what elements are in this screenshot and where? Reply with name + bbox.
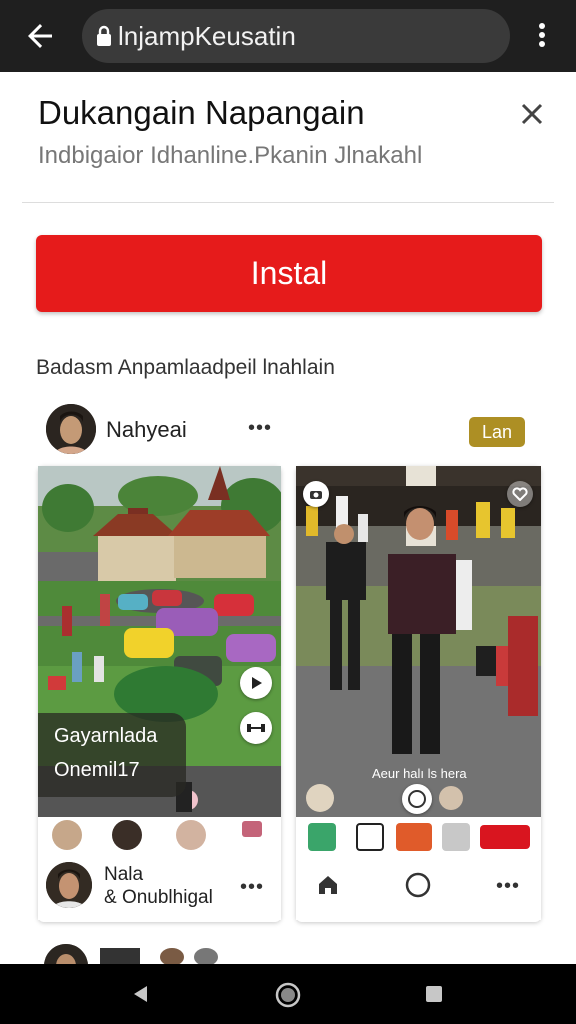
user-avatar[interactable] bbox=[46, 862, 92, 908]
card-more-icon[interactable]: ••• bbox=[240, 876, 264, 899]
overlay-line-2: Onemil17 bbox=[54, 759, 140, 781]
card-user-handle: & Onublhigal bbox=[104, 887, 213, 908]
post-username[interactable]: Nahyeai bbox=[106, 417, 187, 443]
participant-avatar[interactable] bbox=[52, 820, 82, 850]
more-vert-icon[interactable] bbox=[530, 20, 554, 52]
app-icon-maps[interactable] bbox=[308, 823, 336, 851]
photo-caption-overlay: Gayarnlada Onemil17 bbox=[38, 713, 186, 797]
fitness-icon[interactable] bbox=[240, 712, 272, 744]
back-arrow-icon[interactable] bbox=[22, 18, 58, 54]
divider bbox=[22, 202, 554, 203]
url-text: lnjampKeusatin bbox=[118, 21, 296, 51]
card-footer-right: ••• bbox=[296, 857, 541, 920]
nav-home-icon[interactable] bbox=[275, 982, 301, 1008]
camera-icon[interactable] bbox=[303, 481, 329, 507]
install-label: Instal bbox=[250, 255, 328, 291]
participant-avatar[interactable] bbox=[176, 820, 206, 850]
circle-icon[interactable] bbox=[404, 871, 432, 899]
avatar-image bbox=[46, 404, 96, 454]
shutter-icon[interactable] bbox=[402, 784, 432, 814]
browser-toolbar: lnjampKeusatin bbox=[0, 0, 576, 72]
participant-avatar[interactable] bbox=[112, 820, 142, 850]
system-navbar bbox=[0, 964, 576, 1024]
app-icon-gallery[interactable] bbox=[442, 823, 470, 851]
nav-recents-icon[interactable] bbox=[424, 984, 444, 1004]
lock-icon bbox=[97, 25, 111, 46]
dialog-subtitle: Indbigaior Idhanline.Pkanin Jlnakahl bbox=[38, 142, 423, 169]
app-icon-games[interactable] bbox=[396, 823, 432, 851]
photo-event-crowd bbox=[296, 466, 541, 817]
nav-back-icon[interactable] bbox=[131, 984, 151, 1004]
avatar[interactable] bbox=[46, 404, 96, 454]
app-icon-flag[interactable] bbox=[480, 825, 530, 849]
status-badge[interactable]: Lan bbox=[469, 417, 525, 447]
tag-icon[interactable] bbox=[242, 821, 262, 837]
dialog-title: Dukangain Napangain bbox=[38, 94, 365, 131]
section-heading: Badasm Anpamlaadpeil lnahlain bbox=[36, 356, 335, 379]
user-avatar-image bbox=[46, 862, 92, 908]
close-icon[interactable] bbox=[518, 100, 546, 128]
play-icon[interactable] bbox=[240, 667, 272, 699]
install-button[interactable]: Instal bbox=[36, 235, 542, 312]
footer-more-icon[interactable]: ••• bbox=[496, 875, 520, 898]
home-icon[interactable] bbox=[316, 873, 340, 897]
app-icon-home[interactable] bbox=[356, 823, 384, 851]
overlay-line-1: Gayarnlada bbox=[54, 725, 158, 747]
photo-caption: Aeur halı ls hera bbox=[372, 766, 467, 781]
heart-icon[interactable] bbox=[507, 481, 533, 507]
app-shortcut-bar bbox=[296, 817, 541, 857]
card-user-name[interactable]: Nala bbox=[104, 864, 143, 886]
url-bar[interactable]: lnjampKeusatin bbox=[82, 9, 510, 63]
post-more-icon[interactable]: ••• bbox=[248, 417, 272, 440]
